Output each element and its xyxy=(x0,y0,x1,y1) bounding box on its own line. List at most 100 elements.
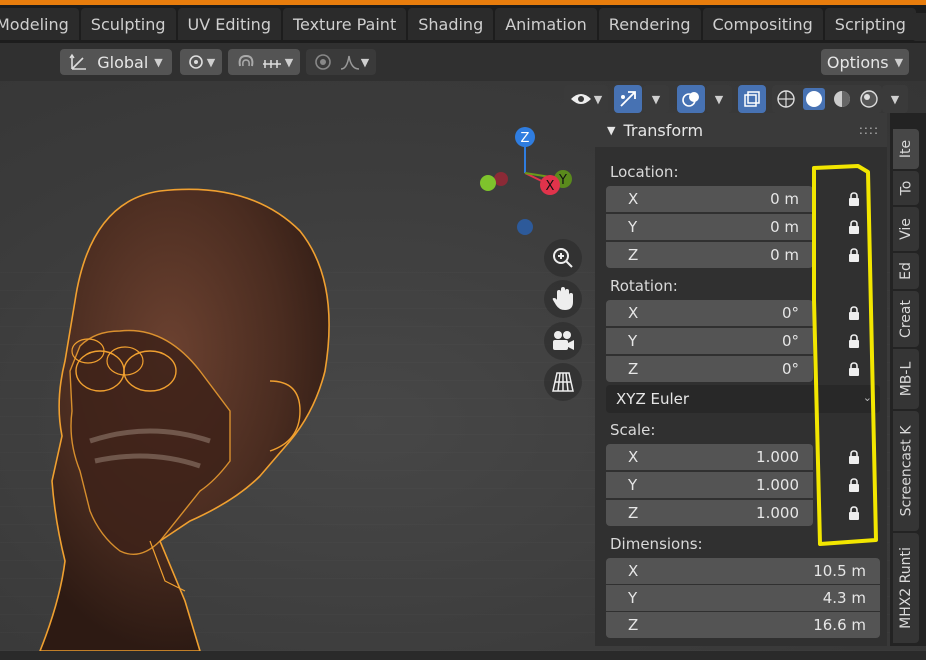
sidebar-panel: ▼ Transform :::: Location: X0 m Y0 m Z0 … xyxy=(595,113,887,646)
orientation-label: Global xyxy=(97,52,149,72)
location-z-field[interactable]: Z 0 m xyxy=(606,242,813,268)
lock-icon[interactable] xyxy=(847,362,861,376)
transform-panel-header[interactable]: ▼ Transform :::: xyxy=(595,113,887,147)
chevron-down-icon: ▼ xyxy=(651,92,661,106)
location-x-value: 0 m xyxy=(770,190,799,208)
chevron-down-icon: ▼ xyxy=(206,55,216,69)
scale-z-field[interactable]: Z 1.000 xyxy=(606,500,813,526)
material-shading-icon[interactable] xyxy=(832,89,852,109)
transform-title: Transform xyxy=(623,120,704,140)
gizmo-icon xyxy=(620,91,636,107)
sidebar-tab-label: Ed xyxy=(897,262,914,280)
scale-y-value: 1.000 xyxy=(756,476,799,494)
options-label: Options xyxy=(826,52,889,72)
transform-orientation-dropdown[interactable]: Global ▼ xyxy=(60,49,172,75)
solid-shading-icon[interactable] xyxy=(802,88,825,110)
lock-icon[interactable] xyxy=(847,506,861,520)
dimensions-z-field[interactable]: Z 16.6 m xyxy=(606,612,880,638)
tab-compositing[interactable]: Compositing xyxy=(702,8,823,40)
lock-icon[interactable] xyxy=(847,334,861,348)
camera-icon xyxy=(553,331,574,350)
tab-modeling[interactable]: Modeling xyxy=(0,8,79,40)
scale-x-value: 1.000 xyxy=(756,448,799,466)
rendered-shading-icon[interactable] xyxy=(859,89,879,109)
workspace-scroll-edge[interactable] xyxy=(912,13,926,41)
shading-dropdown[interactable]: ▼ xyxy=(882,85,908,113)
rotation-mode-dropdown[interactable]: XYZ Euler ⌄ xyxy=(606,385,880,413)
overlays-dropdown[interactable]: ▼ xyxy=(706,85,732,113)
dimensions-y-field[interactable]: Y 4.3 m xyxy=(606,585,880,611)
chevron-down-icon: ⌄ xyxy=(862,391,872,404)
overlays-toggle-button[interactable] xyxy=(677,85,705,113)
shading-mode-buttons xyxy=(772,85,882,113)
rotation-x-field[interactable]: X 0° xyxy=(606,300,813,326)
sidebar-tab-label: MHX2 Runti xyxy=(898,547,914,629)
tab-rendering[interactable]: Rendering xyxy=(598,8,701,40)
chevron-down-icon: ▼ xyxy=(154,55,163,69)
location-x-field[interactable]: X 0 m xyxy=(606,186,813,212)
proportional-editing-icon xyxy=(314,54,331,70)
sidebar-tab-label: Ite xyxy=(897,139,914,159)
tab-texture-paint[interactable]: Texture Paint xyxy=(282,8,407,40)
lock-icon[interactable] xyxy=(847,192,861,206)
scale-x-field[interactable]: X 1.000 xyxy=(606,444,813,470)
tab-sculpting[interactable]: Sculpting xyxy=(80,8,176,40)
gizmo-dropdown[interactable]: ▼ xyxy=(643,85,669,113)
sidebar-tab-edit[interactable]: Ed xyxy=(893,253,919,289)
rotation-y-value: 0° xyxy=(781,332,799,350)
location-y-value: 0 m xyxy=(770,218,799,236)
dimensions-x-value: 10.5 m xyxy=(813,562,866,580)
chevron-down-icon: ▼ xyxy=(284,55,294,69)
tab-uv-editing[interactable]: UV Editing xyxy=(177,8,281,40)
sidebar-tab-label: MB-L xyxy=(898,361,915,397)
proportional-editing-controls[interactable]: ▼ xyxy=(306,49,376,75)
zoom-icon xyxy=(553,248,573,268)
axis-label: X xyxy=(628,304,639,322)
dimensions-x-field[interactable]: X 10.5 m xyxy=(606,558,880,584)
sidebar-tab-mb-lab[interactable]: MB-L xyxy=(893,349,919,409)
lock-icon[interactable] xyxy=(847,306,861,320)
perspective-toggle-button[interactable] xyxy=(544,363,582,401)
tab-animation[interactable]: Animation xyxy=(495,8,597,40)
sidebar-tab-create[interactable]: Creat xyxy=(893,291,919,347)
navigation-gizmo[interactable]: Y X Z xyxy=(475,123,585,243)
tab-shading[interactable]: Shading xyxy=(408,8,494,40)
lock-icon[interactable] xyxy=(847,248,861,262)
gizmo-z-label: Z xyxy=(521,131,530,146)
tab-scripting[interactable]: Scripting xyxy=(824,8,916,40)
drag-handle-icon[interactable]: :::: xyxy=(859,123,879,137)
lock-icon[interactable] xyxy=(847,478,861,492)
sidebar-tab-label: Screencast K xyxy=(898,425,915,517)
axis-label: X xyxy=(628,562,639,580)
sidebar-tab-view[interactable]: Vie xyxy=(893,207,919,251)
gizmo-toggle-button[interactable] xyxy=(614,85,642,113)
sidebar-tab-screencast-keys[interactable]: Screencast K xyxy=(893,411,919,531)
xray-toggle-button[interactable] xyxy=(738,85,766,113)
rotation-x-value: 0° xyxy=(781,304,799,322)
axis-label: Z xyxy=(628,616,639,634)
viewport-header: Global ▼ ▼ ▼ ▼ Options ▼ xyxy=(0,43,926,81)
sidebar-tab-item[interactable]: Ite xyxy=(893,129,919,169)
axis-label: Z xyxy=(628,504,639,522)
camera-view-button[interactable] xyxy=(544,322,582,360)
pivot-point-dropdown[interactable]: ▼ xyxy=(180,49,222,75)
snap-controls[interactable]: ▼ xyxy=(228,49,300,75)
rotation-y-field[interactable]: Y 0° xyxy=(606,328,813,354)
dimensions-z-value: 16.6 m xyxy=(813,616,866,634)
options-dropdown[interactable]: Options ▼ xyxy=(821,49,909,75)
lock-icon[interactable] xyxy=(847,220,861,234)
pan-button[interactable] xyxy=(544,280,582,318)
axis-label: Y xyxy=(628,218,638,236)
sidebar-tab-mhx2-runtime[interactable]: MHX2 Runti xyxy=(893,533,919,643)
rotation-z-field[interactable]: Z 0° xyxy=(606,356,813,382)
overlays-icon xyxy=(682,92,699,107)
rotation-mode-value: XYZ Euler xyxy=(616,390,690,408)
lock-icon[interactable] xyxy=(847,450,861,464)
sidebar-tab-tool[interactable]: To xyxy=(893,171,919,205)
orientation-icon xyxy=(69,53,87,70)
location-y-field[interactable]: Y 0 m xyxy=(606,214,813,240)
zoom-button[interactable] xyxy=(544,239,582,277)
axis-label: Y xyxy=(628,332,638,350)
wireframe-shading-icon[interactable] xyxy=(776,89,796,109)
scale-y-field[interactable]: Y 1.000 xyxy=(606,472,813,498)
